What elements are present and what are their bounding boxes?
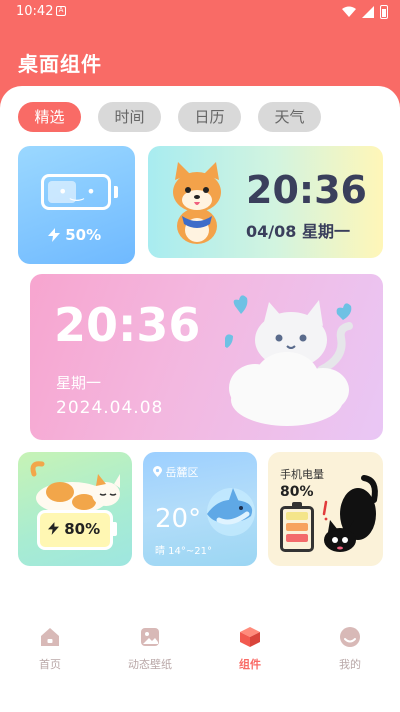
- battery-percent: 50%: [48, 226, 101, 244]
- weather-temperature: 20°: [155, 504, 202, 534]
- cat-clock-date: 2024.04.08: [56, 398, 164, 418]
- bolt-icon: [48, 522, 59, 535]
- cat-clock-time: 20:36: [54, 298, 201, 352]
- cube-icon: [240, 627, 260, 647]
- tab-calendar[interactable]: 日历: [178, 102, 241, 132]
- battery-percent-text: 50%: [65, 226, 102, 244]
- nav-item-home[interactable]: 首页: [0, 626, 100, 690]
- home-icon: [41, 628, 59, 646]
- cat-clock-weekday: 星期一: [56, 374, 102, 392]
- battery-face: •‿•: [58, 182, 99, 201]
- weather-location-text: 岳麓区: [165, 466, 199, 479]
- notification-icon: A: [56, 6, 66, 16]
- battery-bar-3: [286, 534, 308, 542]
- nav-item-wallpaper[interactable]: 动态壁纸: [100, 626, 200, 690]
- status-icons: [342, 5, 388, 19]
- phone-battery-label: 手机电量: [280, 468, 324, 481]
- dolphin-icon: [207, 488, 255, 536]
- status-time: 10:42: [16, 4, 54, 19]
- tab-weather[interactable]: 天气: [258, 102, 321, 132]
- weather-location: 岳麓区: [153, 464, 199, 480]
- nav-label-widgets: 组件: [239, 658, 261, 671]
- nav-label-profile: 我的: [339, 658, 361, 671]
- shiba-clock-date: 04/08 星期一: [246, 222, 350, 241]
- category-tabs: 精选 时间 日历 天气: [18, 102, 321, 132]
- battery-status-icon: [380, 5, 388, 19]
- profile-icon: [340, 627, 360, 647]
- cat-battery-percent-text: 80%: [64, 520, 101, 538]
- cat-battery-tip: [113, 522, 117, 536]
- page-title: 桌面组件: [18, 52, 102, 76]
- phone-battery-percent: 80%: [280, 484, 314, 500]
- battery-widget[interactable]: •‿• 50%: [18, 146, 135, 264]
- phone-battery-widget[interactable]: 手机电量 80%: [268, 452, 383, 566]
- tab-time[interactable]: 时间: [98, 102, 161, 132]
- cat-battery-widget[interactable]: 80%: [18, 452, 132, 566]
- shiba-clock-time: 20:36: [246, 168, 367, 212]
- wifi-icon: [342, 6, 356, 17]
- sleeping-cat-icon: [30, 461, 120, 514]
- cloud-cat-icon: [225, 295, 353, 426]
- shiba-clock-widget[interactable]: 20:36 04/08 星期一: [148, 146, 383, 258]
- shiba-dog-icon: [173, 162, 221, 244]
- content-sheet: 精选 时间 日历 天气 •‿• 50% 20:36 04/08 星期一 20:3…: [0, 86, 400, 712]
- nav-label-home: 首页: [39, 658, 61, 671]
- nav-label-wallpaper: 动态壁纸: [128, 658, 172, 671]
- nav-item-widgets[interactable]: 组件: [200, 626, 300, 690]
- bottom-nav: 首页 动态壁纸 组件 我的: [0, 626, 400, 690]
- cat-clock-widget[interactable]: 20:36 星期一 2024.04.08: [30, 274, 383, 440]
- black-cat-icon: [322, 475, 378, 552]
- status-bar: 10:42 A: [0, 0, 400, 24]
- tab-featured[interactable]: 精选: [18, 102, 81, 132]
- battery-bar-1: [286, 512, 308, 520]
- weather-widget[interactable]: 岳麓区 20° 晴 14°~21°: [143, 452, 257, 566]
- battery-tip: [114, 186, 118, 198]
- weather-condition: 晴 14°~21°: [155, 546, 213, 557]
- location-pin-icon: [153, 466, 162, 477]
- wallpaper-icon: [141, 628, 159, 646]
- battery-bar-2: [286, 523, 308, 531]
- signal-icon: [362, 6, 374, 18]
- phone-battery-icon: [280, 502, 314, 552]
- cat-battery-percent: 80%: [48, 520, 100, 538]
- nav-item-profile[interactable]: 我的: [300, 626, 400, 690]
- bolt-icon: [48, 228, 60, 242]
